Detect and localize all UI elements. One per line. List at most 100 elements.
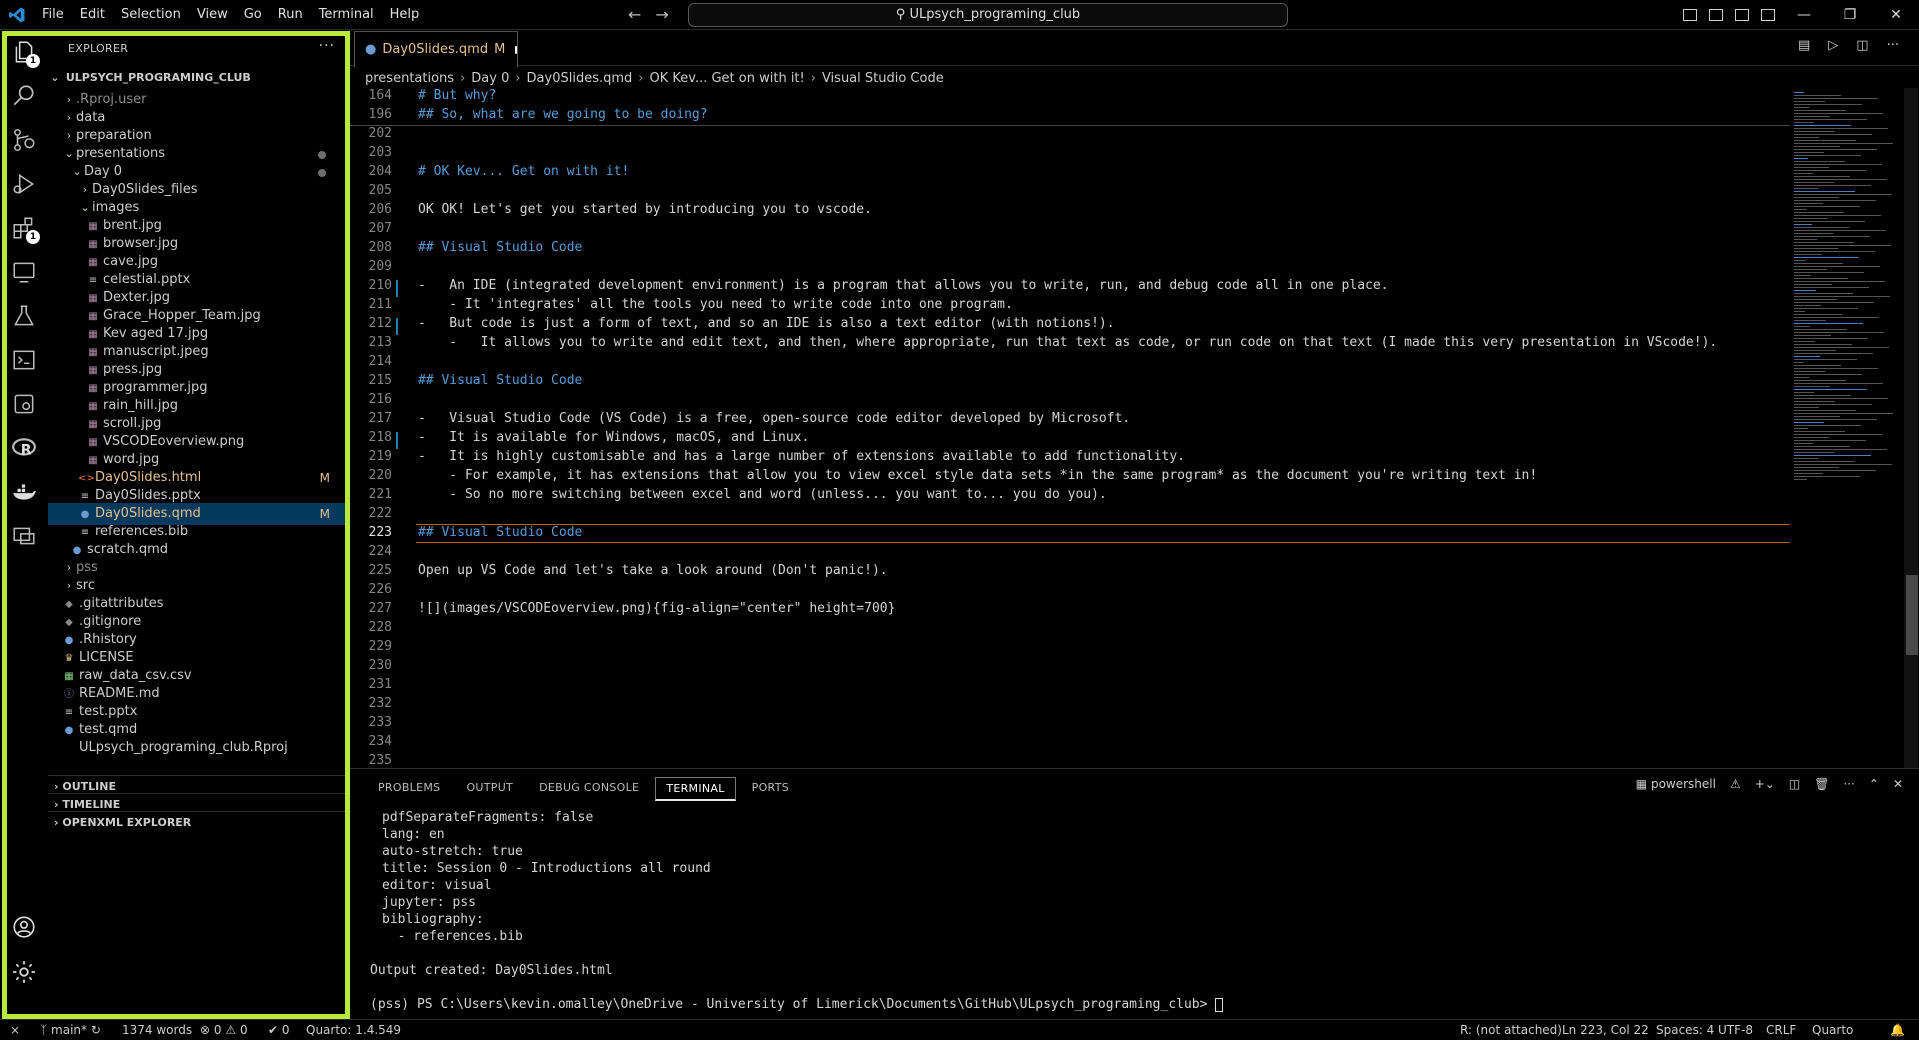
testing-flask-icon[interactable] xyxy=(0,294,48,338)
minimap-line xyxy=(1794,269,1827,270)
menu-item-edit[interactable]: Edit xyxy=(72,0,113,30)
split-terminal-icon[interactable]: ◫ xyxy=(1789,777,1800,791)
encoding[interactable]: UTF-8 xyxy=(1718,1023,1753,1037)
toggle-secondary-sidebar-icon[interactable] xyxy=(1735,9,1749,21)
remote-explorer-icon[interactable] xyxy=(0,250,48,294)
line-number: 231 xyxy=(368,677,392,692)
scrollbar-thumb[interactable] xyxy=(1906,575,1918,655)
code-line[interactable]: - It allows you to write and edit text, … xyxy=(418,335,1717,350)
kill-terminal-icon[interactable]: 🗑 xyxy=(1814,777,1829,791)
forward-arrow-icon[interactable]: → xyxy=(655,5,668,24)
code-line[interactable]: ## So, what are we going to be doing? xyxy=(418,107,708,122)
close-panel-icon[interactable]: ✕ xyxy=(1893,777,1903,791)
language-mode[interactable]: Quarto xyxy=(1812,1023,1853,1037)
more-panel-actions-icon[interactable]: ··· xyxy=(1843,777,1854,791)
preview-icon[interactable]: ▤ xyxy=(1798,38,1810,53)
code-line[interactable]: - For example, it has extensions that al… xyxy=(418,468,1537,483)
code-line[interactable]: - So no more switching between excel and… xyxy=(418,487,1106,502)
code-line[interactable]: - An IDE (integrated development environ… xyxy=(418,278,1389,293)
menu-item-selection[interactable]: Selection xyxy=(113,0,189,30)
more-actions-icon[interactable]: ··· xyxy=(319,38,335,54)
close-window-icon[interactable]: ✕ xyxy=(1873,7,1919,23)
code-editor[interactable]: 164 # But why? 196 ## So, what are we going… xyxy=(350,88,1790,768)
tab-output[interactable]: OUTPUT xyxy=(456,777,523,801)
git-branch[interactable]: ᛉ main* ↻ xyxy=(40,1023,101,1037)
command-center-search[interactable]: ⚲ ULpsych_programing_club xyxy=(688,3,1288,27)
toggle-primary-sidebar-icon[interactable] xyxy=(1683,9,1697,21)
unsaved-dot-icon[interactable] xyxy=(515,45,517,54)
code-line[interactable]: - But code is just a form of text, and s… xyxy=(418,316,1115,331)
code-line[interactable]: OK OK! Let's get you started by introduc… xyxy=(418,202,872,217)
explorer-icon[interactable]: 1 xyxy=(0,30,48,74)
indentation[interactable]: Spaces: 4 xyxy=(1656,1023,1714,1037)
customize-layout-icon[interactable] xyxy=(1761,9,1775,21)
r-language-icon[interactable]: R xyxy=(0,426,48,470)
code-line[interactable]: - Visual Studio Code (VS Code) is a free… xyxy=(418,411,1130,426)
docker-icon[interactable] xyxy=(0,470,48,514)
section-openxml-explorer[interactable]: › OPENXML EXPLORER xyxy=(48,811,348,833)
menu-item-terminal[interactable]: Terminal xyxy=(311,0,382,30)
tree-item-ulpsych-programing-club-rproj[interactable]: ULpsych_programing_club.Rproj xyxy=(48,737,348,759)
quarto-version[interactable]: Quarto: 1.4.549 xyxy=(306,1023,401,1037)
tab-day0slides-qmd[interactable]: ● Day0Slides.qmd M xyxy=(354,31,518,67)
breadcrumb-item[interactable]: OK Kev... Get on with it! xyxy=(650,71,805,86)
code-line[interactable]: ## Visual Studio Code xyxy=(418,525,582,540)
code-line[interactable]: - It 'integrates' all the tools you need… xyxy=(418,297,1013,312)
back-arrow-icon[interactable]: ← xyxy=(628,5,641,24)
extensions-icon[interactable]: 1 xyxy=(0,206,48,250)
menu-item-go[interactable]: Go xyxy=(236,0,270,30)
ports-indicator[interactable]: ✔ 0 xyxy=(268,1023,290,1037)
remote-window-icon[interactable] xyxy=(0,514,48,558)
workspace-root[interactable]: ⌄ ULPSYCH_PROGRAMING_CLUB xyxy=(48,67,348,89)
more-editor-actions-icon[interactable]: ··· xyxy=(1887,38,1899,53)
tab-problems[interactable]: PROBLEMS xyxy=(368,777,450,801)
settings-gear-icon[interactable] xyxy=(0,950,48,994)
minimap-line xyxy=(1794,224,1812,225)
menu-item-run[interactable]: Run xyxy=(270,0,311,30)
code-line[interactable]: ## Visual Studio Code xyxy=(418,373,582,388)
r-session-status[interactable]: R: (not attached) xyxy=(1460,1023,1562,1037)
breadcrumb-item[interactable]: Day0Slides.qmd xyxy=(527,71,633,86)
new-terminal-icon[interactable]: +⌄ xyxy=(1755,777,1775,791)
code-line[interactable]: # But why? xyxy=(418,88,496,103)
tab-terminal[interactable]: TERMINAL xyxy=(655,777,736,801)
line-ending[interactable]: CRLF xyxy=(1766,1023,1796,1037)
tree-item-label: manuscript.jpeg xyxy=(103,344,209,359)
run-and-debug-icon[interactable] xyxy=(0,162,48,206)
accounts-icon[interactable] xyxy=(0,905,48,949)
breadcrumb-item[interactable]: Visual Studio Code xyxy=(822,71,944,86)
minimize-icon[interactable]: — xyxy=(1781,7,1827,23)
minimap-line xyxy=(1794,209,1807,210)
tab-ports[interactable]: PORTS xyxy=(742,777,799,801)
data-wrangler-icon[interactable] xyxy=(0,382,48,426)
problems-indicator[interactable]: ⊗ 0 ⚠ 0 xyxy=(200,1023,248,1037)
terminal-icon[interactable] xyxy=(0,338,48,382)
line-number: 233 xyxy=(368,715,392,730)
code-line[interactable]: Open up VS Code and let's take a look ar… xyxy=(418,563,888,578)
code-line[interactable]: - It is available for Windows, macOS, an… xyxy=(418,430,809,445)
code-line[interactable]: - It is highly customisable and has a la… xyxy=(418,449,1185,464)
source-control-icon[interactable] xyxy=(0,118,48,162)
split-editor-icon[interactable]: ◫ xyxy=(1856,38,1868,53)
menu-item-file[interactable]: File xyxy=(34,0,72,30)
tab-debug-console[interactable]: DEBUG CONSOLE xyxy=(529,777,649,801)
cursor-position[interactable]: Ln 223, Col 22 xyxy=(1562,1023,1649,1037)
maximize-panel-icon[interactable]: ⌃ xyxy=(1869,777,1879,791)
search-icon[interactable] xyxy=(0,74,48,118)
run-icon[interactable]: ▷ xyxy=(1828,38,1838,53)
menu-item-help[interactable]: Help xyxy=(382,0,428,30)
restore-icon[interactable]: ❐ xyxy=(1827,7,1873,23)
breadcrumb-item[interactable]: presentations xyxy=(365,71,454,86)
code-line[interactable]: ![](images/VSCODEoverview.png){fig-align… xyxy=(418,601,895,616)
breadcrumb-item[interactable]: Day 0 xyxy=(471,71,509,86)
remote-indicator-icon[interactable]: ⨯ xyxy=(10,1023,20,1037)
minimap[interactable] xyxy=(1790,88,1902,768)
code-line[interactable]: ## Visual Studio Code xyxy=(418,240,582,255)
terminal-output[interactable]: pdfSeparateFragments: false lang: en auto-… xyxy=(370,809,1224,1013)
code-line[interactable]: # OK Kev... Get on with it! xyxy=(418,164,629,179)
menu-item-view[interactable]: View xyxy=(189,0,236,30)
toggle-panel-icon[interactable] xyxy=(1709,9,1723,21)
terminal-shell-selector[interactable]: ▦ powershell xyxy=(1636,777,1716,791)
editor-scrollbar[interactable] xyxy=(1904,88,1918,768)
notifications-bell-icon[interactable]: 🔔 xyxy=(1890,1023,1905,1037)
